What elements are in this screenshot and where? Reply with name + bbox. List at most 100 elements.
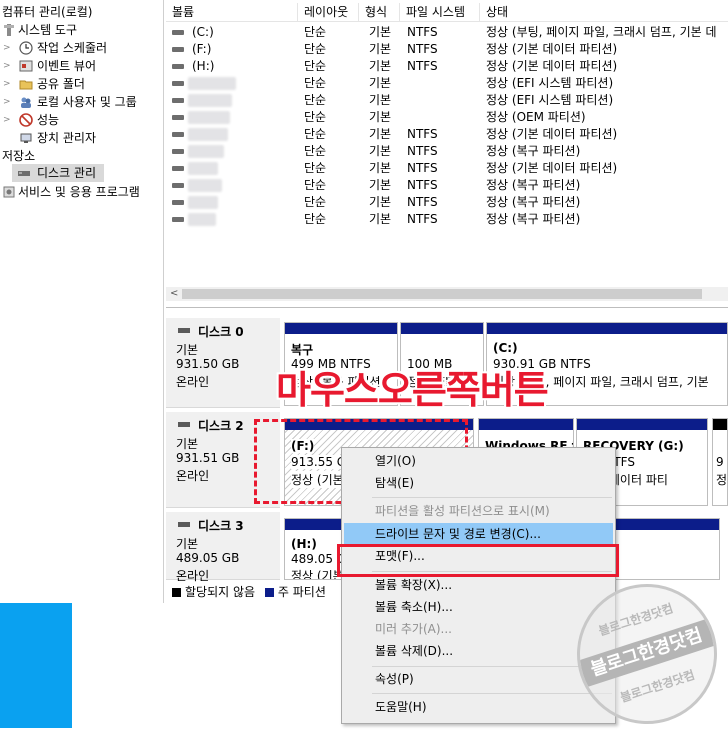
tree-label: 장치 관리자 bbox=[37, 131, 97, 145]
volume-row[interactable]: (F:) 단순 기본 NTFS 정상 (기본 데이터 파티션) bbox=[166, 41, 728, 58]
column-header-status[interactable]: 상태 bbox=[480, 3, 728, 22]
console-tree: 컴퓨터 관리(로컬) 시스템 도구 > 작업 스케줄러 > 이벤트 뷰어 > 공… bbox=[0, 0, 164, 603]
cell-fs: NTFS bbox=[407, 178, 438, 192]
menu-item-extend-volume[interactable]: 볼륨 확장(X)... bbox=[344, 574, 613, 596]
scrollbar-thumb[interactable] bbox=[182, 289, 702, 299]
menu-item-shrink-volume[interactable]: 볼륨 축소(H)... bbox=[344, 596, 613, 618]
cell-layout: 단순 bbox=[304, 212, 327, 226]
legend-unallocated: 할당되지 않음 bbox=[185, 585, 256, 599]
disk-icon bbox=[178, 422, 190, 427]
volume-row[interactable]: (C:) 단순 기본 NTFS 정상 (부팅, 페이지 파일, 크래시 덤프, 기본 데 bbox=[166, 24, 728, 41]
tree-item-storage[interactable]: 저장소 bbox=[0, 147, 160, 165]
cell-fs: NTFS bbox=[407, 127, 438, 141]
disk-name: 디스크 3 bbox=[198, 519, 244, 533]
cell-status: 정상 (OEM 파티션) bbox=[486, 110, 586, 124]
volume-row[interactable]: 단순 기본 NTFS 정상 (복구 파티션) bbox=[166, 194, 728, 211]
menu-item-properties[interactable]: 속성(P) bbox=[344, 668, 613, 690]
chevron-right-icon[interactable]: > bbox=[3, 39, 11, 57]
redacted-volume-name bbox=[188, 162, 218, 175]
cell-fs: NTFS bbox=[407, 161, 438, 175]
menu-item-change-drive-letter[interactable]: 드라이브 문자 및 경로 변경(C)... bbox=[344, 523, 613, 545]
tree-label: 디스크 관리 bbox=[37, 166, 97, 180]
tree-item-shared-folders[interactable]: > 공유 폴더 bbox=[0, 75, 160, 93]
cell-volume: (H:) bbox=[192, 59, 215, 73]
annotation-highlight-box bbox=[337, 544, 619, 577]
redacted-volume-name bbox=[188, 111, 230, 124]
disk-3-info[interactable]: 디스크 3 기본 489.05 GB 온라인 bbox=[166, 512, 280, 583]
drive-icon bbox=[172, 98, 184, 103]
cell-type: 기본 bbox=[369, 161, 392, 175]
menu-item-open[interactable]: 열기(O) bbox=[344, 450, 613, 472]
tree-item-system-tools[interactable]: 시스템 도구 bbox=[0, 21, 160, 39]
taskbar-accent bbox=[0, 603, 72, 728]
disk-icon bbox=[178, 328, 190, 333]
menu-item-help[interactable]: 도움말(H) bbox=[344, 696, 613, 718]
cell-status: 정상 (기본 데이터 파티션) bbox=[486, 161, 618, 175]
volume-row[interactable]: 단순 기본 정상 (OEM 파티션) bbox=[166, 109, 728, 126]
cell-type: 기본 bbox=[369, 127, 392, 141]
partition-extra[interactable]: 9 정 bbox=[712, 418, 728, 506]
drive-icon bbox=[172, 115, 184, 120]
chevron-right-icon[interactable]: > bbox=[3, 93, 11, 111]
column-header-filesystem[interactable]: 파일 시스템 bbox=[400, 3, 480, 22]
disk-name: 디스크 2 bbox=[198, 419, 244, 433]
volume-row[interactable]: 단순 기본 NTFS 정상 (기본 데이터 파티션) bbox=[166, 160, 728, 177]
cell-status: 정상 (기본 데이터 파티션) bbox=[486, 42, 618, 56]
volume-row[interactable]: (H:) 단순 기본 NTFS 정상 (기본 데이터 파티션) bbox=[166, 58, 728, 75]
chevron-right-icon[interactable]: > bbox=[3, 57, 11, 75]
drive-icon bbox=[172, 30, 184, 35]
cell-fs: NTFS bbox=[407, 59, 438, 73]
services-icon bbox=[2, 185, 16, 199]
tree-label: 이벤트 뷰어 bbox=[37, 59, 97, 73]
partition-title: 복구 bbox=[291, 343, 314, 357]
scroll-left-icon[interactable]: < bbox=[170, 287, 178, 301]
cell-fs: NTFS bbox=[407, 25, 438, 39]
column-header-layout[interactable]: 레이아웃 bbox=[298, 3, 359, 22]
disk-kind: 기본 bbox=[176, 343, 199, 357]
volume-row[interactable]: 단순 기본 정상 (EFI 시스템 파티션) bbox=[166, 92, 728, 109]
disk-state: 온라인 bbox=[176, 375, 210, 389]
tree-item-performance[interactable]: > 성능 bbox=[0, 111, 160, 129]
partition-title: (H:) bbox=[291, 537, 317, 551]
cell-layout: 단순 bbox=[304, 127, 327, 141]
chevron-right-icon[interactable]: > bbox=[3, 111, 11, 129]
volume-row[interactable]: 단순 기본 NTFS 정상 (기본 데이터 파티션) bbox=[166, 126, 728, 143]
cell-type: 기본 bbox=[369, 25, 392, 39]
column-header-type[interactable]: 형식 bbox=[359, 3, 400, 22]
tree-item-device-manager[interactable]: 장치 관리자 bbox=[0, 129, 160, 147]
tree-item-disk-management[interactable]: 디스크 관리 bbox=[12, 164, 104, 182]
tools-icon bbox=[2, 23, 16, 37]
partition-bar bbox=[401, 323, 483, 334]
volume-row[interactable]: 단순 기본 NTFS 정상 (복구 파티션) bbox=[166, 211, 728, 228]
chevron-right-icon[interactable]: > bbox=[3, 75, 11, 93]
volume-row[interactable]: 단순 기본 NTFS 정상 (복구 파티션) bbox=[166, 143, 728, 160]
drive-icon bbox=[172, 132, 184, 137]
tree-item-event-viewer[interactable]: > 이벤트 뷰어 bbox=[0, 57, 160, 75]
tree-label: 저장소 bbox=[2, 149, 36, 163]
column-header-volume[interactable]: 볼륨 bbox=[166, 3, 298, 22]
tree-label: 성능 bbox=[37, 113, 60, 127]
tree-item-task-scheduler[interactable]: > 작업 스케줄러 bbox=[0, 39, 160, 57]
cell-fs: NTFS bbox=[407, 144, 438, 158]
tree-item-services-apps[interactable]: 서비스 및 응용 프로그램 bbox=[0, 183, 160, 201]
menu-separator bbox=[372, 666, 612, 667]
disk-0-info[interactable]: 디스크 0 기본 931.50 GB 온라인 bbox=[166, 318, 280, 408]
volume-list-header: 볼륨 레이아웃 형식 파일 시스템 상태 bbox=[166, 3, 728, 22]
disk-size: 931.50 GB bbox=[176, 357, 240, 371]
partition-bar bbox=[487, 323, 727, 334]
menu-item-mark-active[interactable]: 파티션을 활성 파티션으로 표시(M) bbox=[344, 500, 613, 522]
menu-item-explore[interactable]: 탐색(E) bbox=[344, 472, 613, 494]
drive-icon bbox=[172, 217, 184, 222]
horizontal-scrollbar[interactable]: < bbox=[166, 287, 728, 301]
users-icon bbox=[19, 95, 33, 109]
tree-item-local-users-groups[interactable]: > 로컬 사용자 및 그룹 bbox=[0, 93, 160, 111]
disk-size: 931.51 GB bbox=[176, 451, 240, 465]
cell-type: 기본 bbox=[369, 76, 392, 90]
cell-volume: (F:) bbox=[192, 42, 212, 56]
volume-row[interactable]: 단순 기본 정상 (EFI 시스템 파티션) bbox=[166, 75, 728, 92]
partition-bar bbox=[479, 419, 573, 430]
cell-type: 기본 bbox=[369, 59, 392, 73]
volume-row[interactable]: 단순 기본 NTFS 정상 (복구 파티션) bbox=[166, 177, 728, 194]
cell-status: 정상 (복구 파티션) bbox=[486, 178, 581, 192]
annotation-label: 마우스오른쪽버튼 bbox=[276, 368, 549, 412]
